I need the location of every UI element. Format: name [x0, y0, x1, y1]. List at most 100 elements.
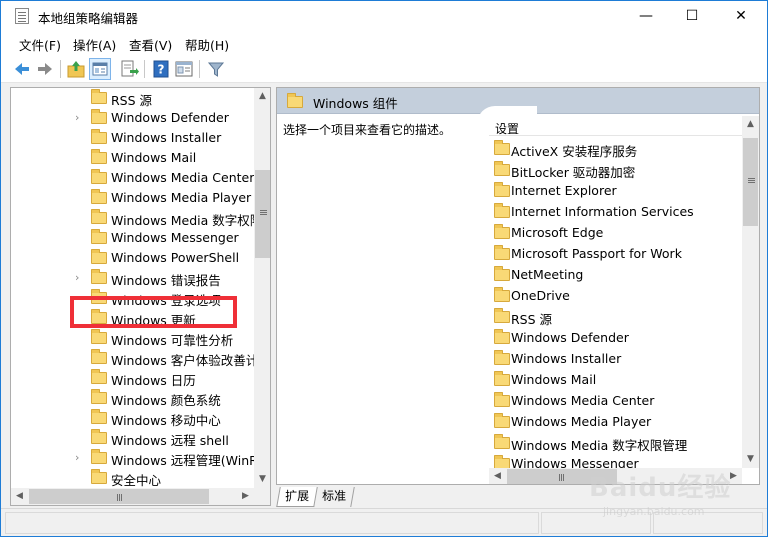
list-item-label: NetMeeting — [511, 267, 584, 282]
list-vertical-scrollbar[interactable]: ▲ ▼ — [742, 116, 759, 468]
minimize-button[interactable]: — — [623, 1, 669, 31]
tree-item[interactable]: › Windows 远程管理(WinR — [11, 448, 254, 468]
tab-standard[interactable]: 标准 — [314, 487, 355, 507]
help-icon[interactable]: ? — [150, 58, 172, 80]
tree-item[interactable]: Windows Mail — [11, 148, 254, 168]
up-folder-icon[interactable] — [65, 58, 87, 80]
folder-icon — [91, 269, 107, 284]
tree-item[interactable]: Windows 客户体验改善计 — [11, 348, 254, 368]
folder-icon — [494, 287, 510, 302]
tree-item[interactable]: Windows 颜色系统 — [11, 388, 254, 408]
folder-icon — [494, 224, 510, 239]
toolbar: ? — [1, 55, 767, 83]
list-item-label: Internet Information Services — [511, 204, 694, 219]
toolbar-separator — [144, 60, 145, 78]
scroll-thumb[interactable] — [255, 170, 270, 258]
tree-item[interactable]: Windows Installer — [11, 128, 254, 148]
tree-item[interactable]: Windows Messenger — [11, 228, 254, 248]
scroll-grip — [117, 494, 118, 501]
tree-horizontal-scrollbar[interactable]: ◀ ▶ — [11, 488, 270, 505]
list-item[interactable]: RSS 源 — [489, 306, 742, 327]
close-button[interactable]: ✕ — [715, 1, 767, 31]
tree-item[interactable]: › Windows Defender — [11, 108, 254, 128]
tab-extended[interactable]: 扩展 — [276, 487, 318, 507]
scroll-grip — [260, 210, 267, 211]
expand-arrow-icon[interactable]: › — [75, 111, 79, 124]
scroll-up-arrow[interactable]: ▲ — [254, 88, 270, 105]
list-item[interactable]: OneDrive — [489, 285, 742, 306]
list-item[interactable]: Windows Media Center — [489, 390, 742, 411]
properties-icon[interactable] — [173, 58, 195, 80]
tree-item[interactable]: Windows 可靠性分析 — [11, 328, 254, 348]
forward-icon[interactable] — [34, 58, 56, 80]
column-header-settings[interactable]: 设置 — [489, 116, 742, 136]
toolbar-separator — [199, 60, 200, 78]
list-item[interactable]: Microsoft Edge — [489, 222, 742, 243]
menu-view[interactable]: 查看(V) — [129, 35, 172, 54]
folder-icon — [91, 389, 107, 404]
expand-arrow-icon[interactable]: › — [75, 451, 79, 464]
menu-help[interactable]: 帮助(H) — [185, 35, 229, 54]
list-item[interactable]: ActiveX 安装程序服务 — [489, 138, 742, 159]
export-list-icon[interactable] — [118, 58, 140, 80]
tree-item[interactable]: Windows 移动中心 — [11, 408, 254, 428]
folder-icon — [91, 129, 107, 144]
scroll-left-arrow[interactable]: ◀ — [11, 488, 28, 505]
tree-item[interactable]: Windows Media 数字权限 — [11, 208, 254, 228]
folder-icon — [91, 369, 107, 384]
back-icon[interactable] — [11, 58, 33, 80]
filter-icon[interactable] — [205, 58, 227, 80]
tree-item[interactable]: Windows PowerShell — [11, 248, 254, 268]
maximize-button[interactable]: ☐ — [669, 1, 715, 31]
toolbar-separator — [60, 60, 61, 78]
list-item-label: Windows Media Player — [511, 414, 652, 429]
tree-vertical-scrollbar[interactable]: ▲ ▼ — [254, 88, 270, 488]
view-tabs: 扩展 标准 — [276, 487, 576, 507]
tree-item[interactable]: Windows 日历 — [11, 368, 254, 388]
watermark-text: Baidu经验 — [589, 473, 732, 503]
tree-item[interactable]: RSS 源 — [11, 88, 254, 108]
list-item[interactable]: Windows Mail — [489, 369, 742, 390]
list-item[interactable]: BitLocker 驱动器加密 — [489, 159, 742, 180]
expand-arrow-icon[interactable]: › — [75, 271, 79, 284]
scroll-right-arrow[interactable]: ▶ — [237, 488, 254, 505]
scroll-up-arrow[interactable]: ▲ — [742, 116, 759, 133]
tree-item[interactable]: Windows Media Center — [11, 168, 254, 188]
tree-item[interactable]: Windows Media Player — [11, 188, 254, 208]
menu-file[interactable]: 文件(F) — [19, 35, 61, 54]
scroll-thumb[interactable] — [743, 138, 758, 226]
scroll-left-arrow[interactable]: ◀ — [489, 468, 506, 484]
details-header-title: Windows 组件 — [313, 96, 398, 111]
show-hide-tree-icon[interactable] — [89, 58, 111, 80]
tree-item[interactable]: Windows 远程 shell — [11, 428, 254, 448]
tree-item-label: Windows 移动中心 — [111, 413, 221, 428]
folder-icon — [91, 169, 107, 184]
title-bar: 本地组策略编辑器 — ☐ ✕ — [1, 1, 767, 31]
folder-icon — [494, 434, 510, 449]
list-item[interactable]: Windows Installer — [489, 348, 742, 369]
tree-item[interactable]: › Windows 错误报告 — [11, 268, 254, 288]
list-item[interactable]: Windows Defender — [489, 327, 742, 348]
menu-action[interactable]: 操作(A) — [73, 35, 116, 54]
folder-icon — [91, 469, 107, 484]
folder-icon — [91, 89, 107, 104]
scroll-thumb[interactable] — [29, 489, 209, 504]
folder-icon — [91, 229, 107, 244]
folder-icon — [91, 209, 107, 224]
list-item[interactable]: NetMeeting — [489, 264, 742, 285]
list-item[interactable]: Internet Explorer — [489, 180, 742, 201]
list-item[interactable]: Windows Media Player — [489, 411, 742, 432]
list-item[interactable]: Windows Media 数字权限管理 — [489, 432, 742, 453]
tree-item-label: 安全中心 — [111, 473, 162, 488]
list-item-label: Microsoft Passport for Work — [511, 246, 682, 261]
details-pane: Windows 组件 选择一个项目来查看它的描述。 设置 ActiveX 安装程… — [276, 87, 760, 485]
folder-icon — [494, 308, 510, 323]
tree-item[interactable]: 安全中心 — [11, 468, 254, 488]
list-item[interactable]: Internet Information Services — [489, 201, 742, 222]
list-item[interactable]: Microsoft Passport for Work — [489, 243, 742, 264]
tree-item-label: Windows Media 数字权限 — [111, 213, 254, 228]
folder-icon — [91, 109, 107, 124]
scroll-down-arrow[interactable]: ▼ — [254, 471, 270, 488]
description-text: 选择一个项目来查看它的描述。 — [283, 123, 452, 137]
tree-item-label: Windows 日历 — [111, 373, 196, 388]
